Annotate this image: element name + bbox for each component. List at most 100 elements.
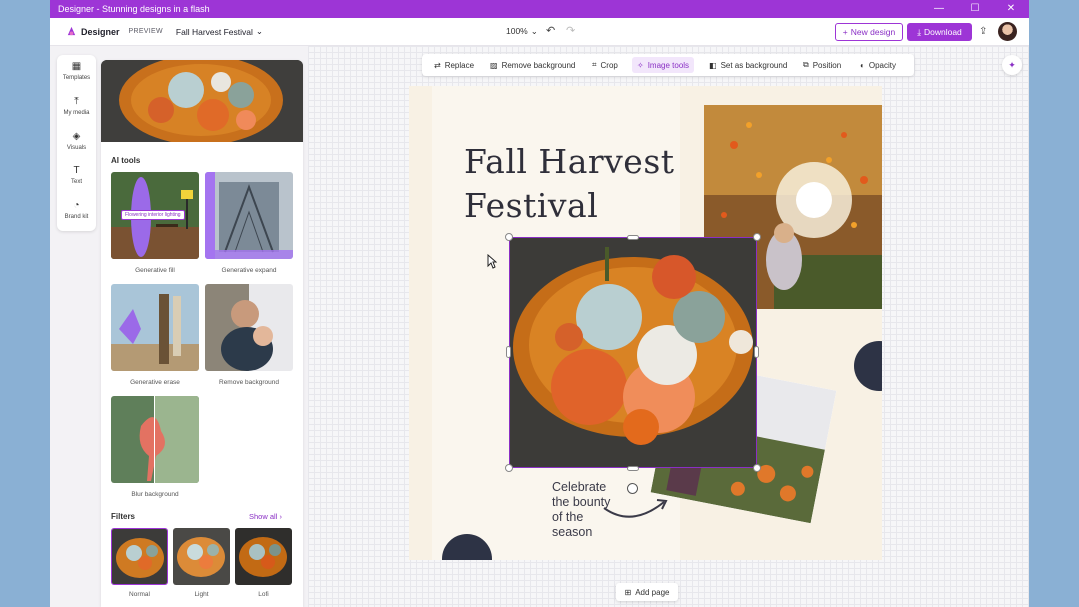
brand-name: Designer <box>81 26 120 37</box>
generative-expand-thumbnail[interactable] <box>205 172 293 259</box>
tool-label-remove-background: Remove background <box>219 379 279 386</box>
design-title-line-2[interactable]: Festival <box>464 186 598 225</box>
document-name-dropdown[interactable]: Fall Harvest Festival ⌄ <box>176 26 263 37</box>
resize-handle-top[interactable] <box>627 235 639 240</box>
position-label: Position <box>812 60 842 70</box>
text-icon: T <box>73 165 80 176</box>
app-window: Designer - Stunning designs in a flash —… <box>50 0 1029 607</box>
crop-icon: ⌗ <box>592 60 597 69</box>
tagline-line: season <box>552 525 593 539</box>
rail-item-my-media[interactable]: ⤒ My media <box>57 96 96 116</box>
maximize-icon[interactable]: ☐ <box>957 0 993 18</box>
resize-handle-right[interactable] <box>754 346 759 358</box>
designer-logo-icon <box>67 26 76 36</box>
rail-item-text[interactable]: T Text <box>57 165 96 185</box>
opacity-button[interactable]: ◐ Opacity <box>860 54 896 76</box>
navy-circle-shape[interactable] <box>854 341 882 391</box>
zoom-level: 100% <box>506 26 528 36</box>
generative-erase-thumbnail[interactable] <box>111 284 199 371</box>
resize-handle-left[interactable] <box>506 346 511 358</box>
share-icon[interactable]: ⇪ <box>979 26 987 37</box>
tool-label-generative-erase: Generative erase <box>130 379 180 386</box>
side-panel: AI tools Flowering interior lighting Gen… <box>101 60 303 607</box>
close-icon[interactable]: ✕ <box>993 0 1029 18</box>
rail-item-visuals[interactable]: ◈ Visuals <box>57 131 96 151</box>
rail-item-templates[interactable]: ▦ Templates <box>57 61 96 81</box>
position-button[interactable]: ⧉ Position <box>803 54 841 76</box>
curved-arrow-icon <box>603 499 668 518</box>
remove-background-icon: ▨ <box>490 60 498 70</box>
image-tools-icon: ✧ <box>637 60 644 70</box>
filter-light[interactable] <box>173 528 230 585</box>
download-button[interactable]: ⤓ Download <box>907 23 972 41</box>
resize-handle-top-right[interactable] <box>753 233 761 241</box>
position-icon: ⧉ <box>803 60 809 69</box>
new-design-button[interactable]: + New design <box>835 23 903 41</box>
remove-background-thumbnail[interactable] <box>205 284 293 371</box>
copilot-icon[interactable]: ✦ <box>1002 55 1022 75</box>
rail-item-label: Templates <box>62 75 91 81</box>
filter-label-normal: Normal <box>129 591 150 598</box>
mouse-cursor-icon <box>487 254 497 269</box>
brand-kit-icon: ◔ <box>73 200 80 211</box>
design-title-line-1[interactable]: Fall Harvest <box>464 142 675 181</box>
tool-label-generative-fill: Generative fill <box>135 267 175 274</box>
plus-icon: + <box>842 27 848 37</box>
zoom-dropdown[interactable]: 100% ⌄ <box>506 26 538 37</box>
rotate-handle-icon[interactable] <box>627 483 638 494</box>
document-name: Fall Harvest Festival <box>175 26 253 37</box>
filter-lofi[interactable] <box>235 528 292 585</box>
my-media-icon: ⤒ <box>74 96 79 107</box>
opacity-icon: ◐ <box>860 60 865 70</box>
rail-item-label: Text <box>70 179 82 185</box>
replace-icon: ⇄ <box>434 60 441 70</box>
preview-tag: PREVIEW <box>128 28 163 35</box>
avatar[interactable] <box>998 22 1017 41</box>
resize-handle-bottom-right[interactable] <box>753 464 761 472</box>
add-page-icon: ⊞ <box>624 587 632 597</box>
brand[interactable]: Designer <box>66 26 120 37</box>
remove-background-button[interactable]: ▨ Remove background <box>490 54 575 76</box>
undo-icon[interactable]: ↶ <box>546 24 555 37</box>
fill-prompt-badge: Flowering interior lighting <box>121 210 185 220</box>
see-all-link[interactable]: Show all › <box>249 512 282 521</box>
redo-icon[interactable]: ↷ <box>566 24 575 37</box>
tagline-line: Celebrate <box>552 480 607 494</box>
crop-button[interactable]: ⌗ Crop <box>592 54 618 76</box>
set-background-icon: ◧ <box>709 60 717 70</box>
filter-label-light: Light <box>194 591 209 598</box>
filter-normal[interactable] <box>111 528 168 585</box>
remove-background-label: Remove background <box>501 60 576 70</box>
window-title: Designer - Stunning designs in a flash <box>58 4 210 14</box>
new-design-label: New design <box>850 27 896 37</box>
rail-item-brand-kit[interactable]: ◔ Brand kit <box>57 200 96 220</box>
title-bar: Designer - Stunning designs in a flash —… <box>50 0 1029 18</box>
resize-handle-bottom[interactable] <box>627 466 639 471</box>
blur-background-thumbnail[interactable] <box>111 396 199 483</box>
see-all-label: Show all <box>249 512 278 521</box>
replace-label: Replace <box>444 60 475 70</box>
ai-tools-title: AI tools <box>111 156 141 165</box>
set-background-label: Set as background <box>720 60 788 70</box>
download-icon: ⤓ <box>917 26 921 37</box>
filter-label-lofi: Lofi <box>258 591 269 598</box>
opacity-label: Opacity <box>868 60 896 70</box>
add-page-button[interactable]: ⊞ Add page <box>616 583 678 601</box>
crop-label: Crop <box>600 60 618 70</box>
visuals-icon: ◈ <box>72 131 81 142</box>
resize-handle-bottom-left[interactable] <box>505 464 513 472</box>
resize-handle-top-left[interactable] <box>505 233 513 241</box>
rail-item-label: My media <box>63 110 90 116</box>
templates-icon: ▦ <box>71 61 82 72</box>
app-header: Designer PREVIEW Fall Harvest Festival ⌄… <box>50 18 1029 46</box>
minimize-icon[interactable]: — <box>921 0 957 18</box>
tool-label-blur-background: Blur background <box>131 491 179 498</box>
selected-image-preview <box>101 60 303 142</box>
set-as-background-button[interactable]: ◧ Set as background <box>709 54 787 76</box>
left-rail: ▦ Templates ⤒ My media ◈ Visuals T Text … <box>57 55 96 231</box>
image-tools-label: Image tools <box>647 60 690 70</box>
selection-frame <box>509 237 757 468</box>
image-tools-button[interactable]: ✧ Image tools <box>632 57 695 73</box>
tool-label-generative-expand: Generative expand <box>221 267 277 274</box>
replace-button[interactable]: ⇄ Replace <box>434 54 474 76</box>
